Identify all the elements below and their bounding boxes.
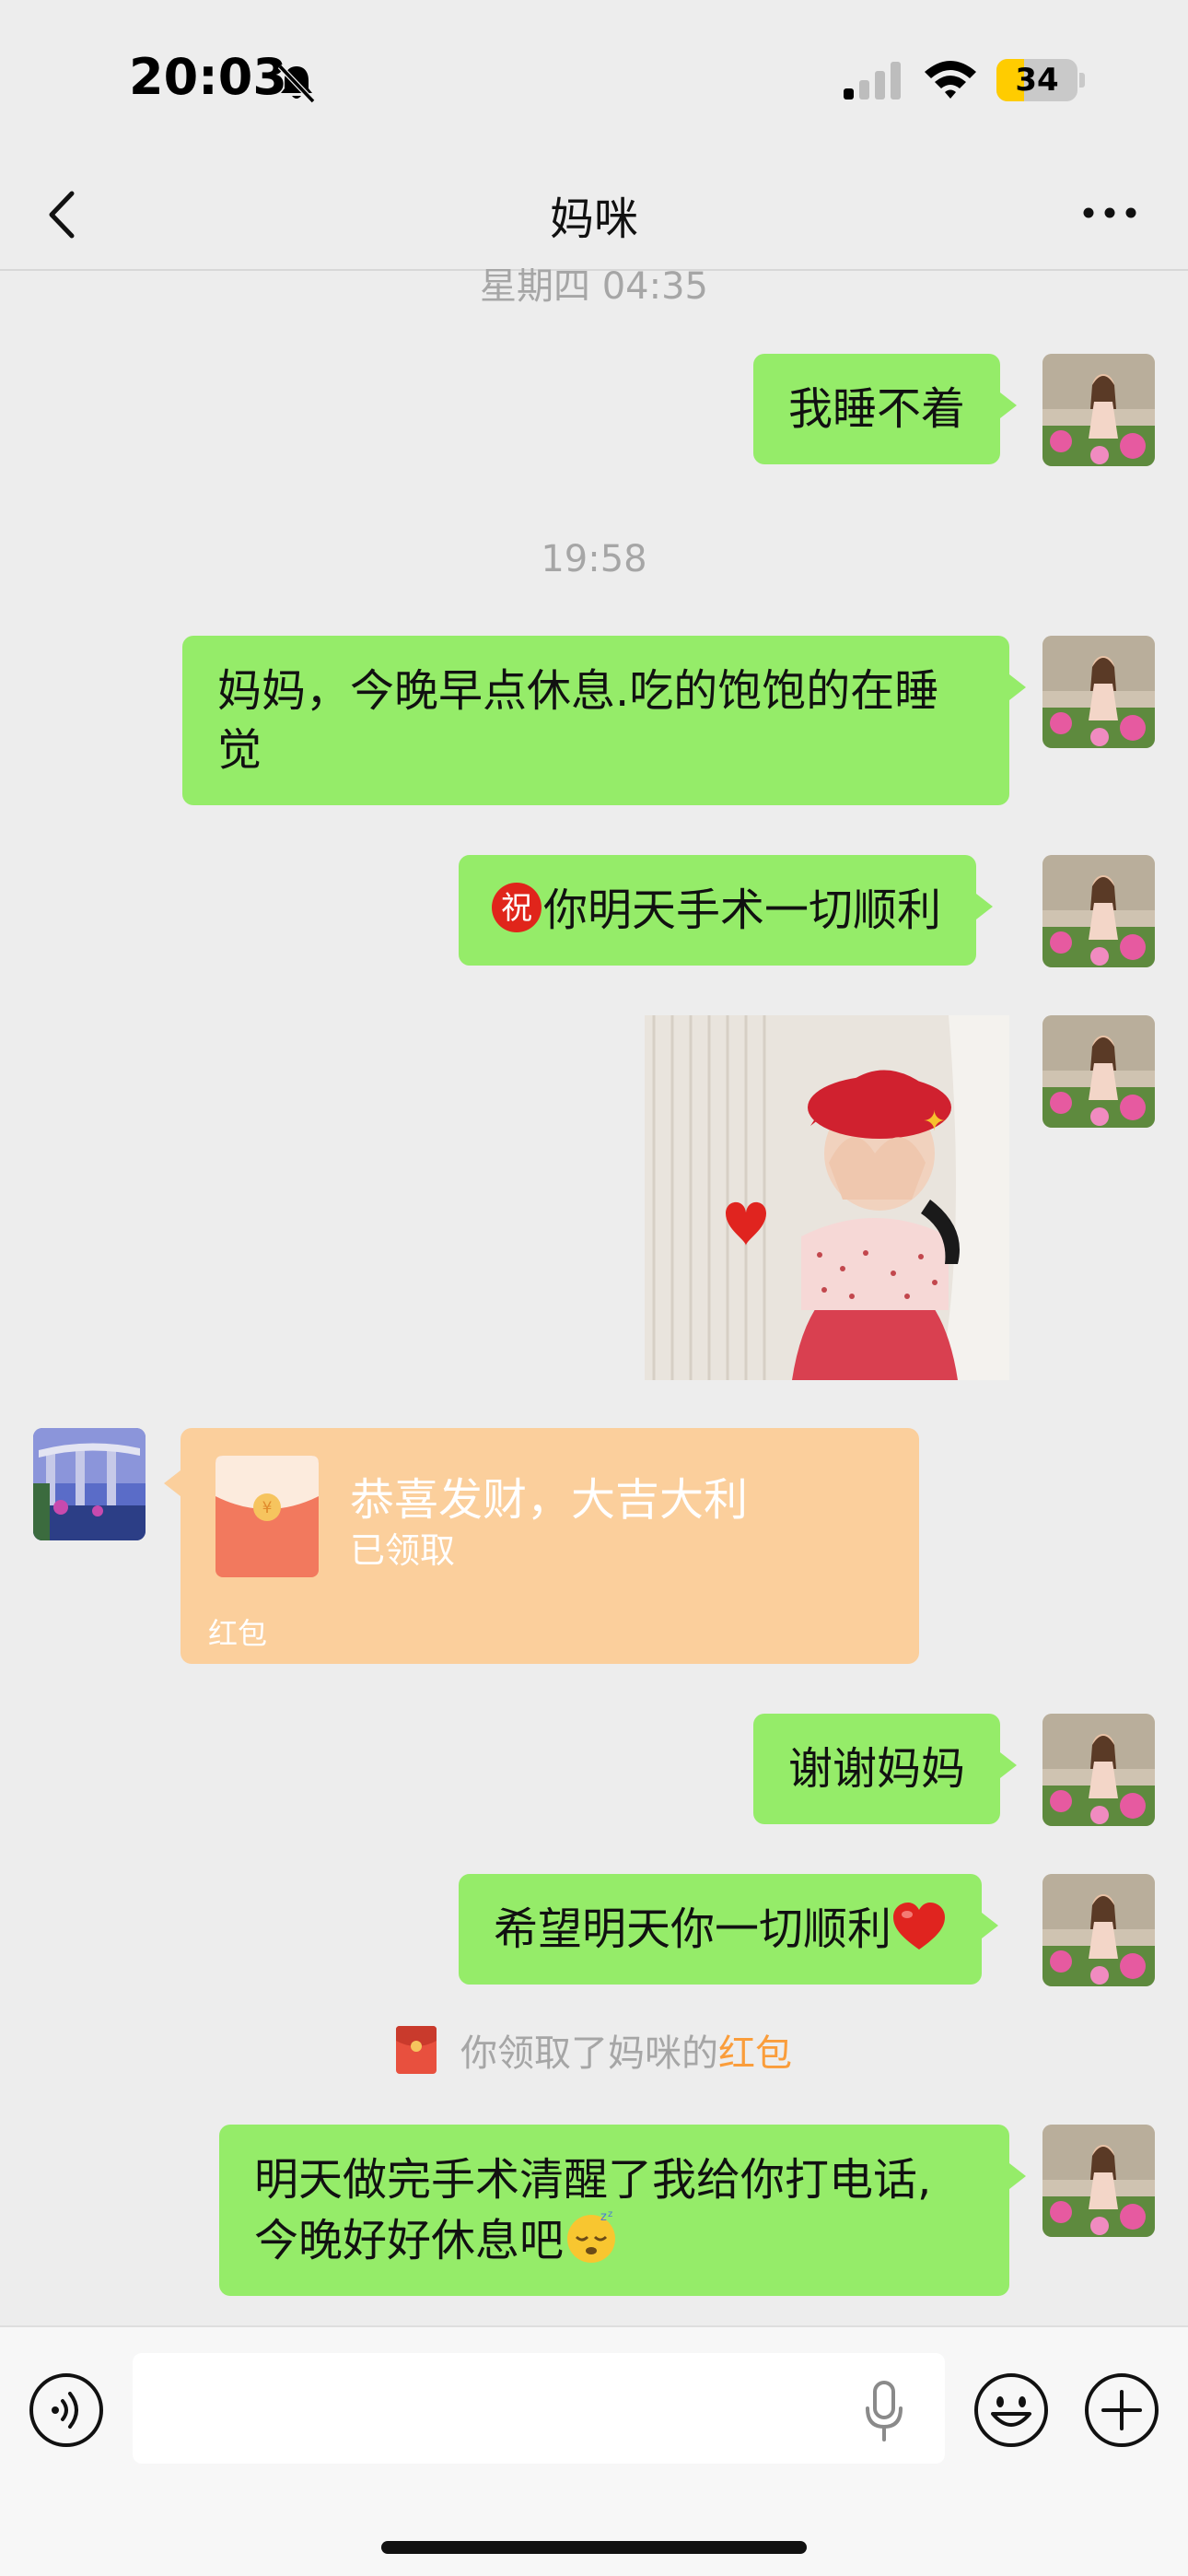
message-line: 觉: [217, 724, 262, 776]
svg-text:祝: 祝: [501, 890, 532, 927]
message-line: 今晚好好休息吧: [254, 2215, 565, 2266]
my-avatar[interactable]: [1042, 354, 1155, 466]
input-bar: [0, 2325, 1188, 2576]
avatar-image: [1042, 2125, 1155, 2237]
my-avatar[interactable]: [1042, 1714, 1155, 1826]
timestamp: 星期四 04:35: [480, 265, 708, 308]
bell-slash-icon: [277, 64, 316, 104]
message-bubble[interactable]: 明天做完手术清醒了我给你打电话, 今晚好好休息吧 z z: [219, 2125, 1026, 2296]
svg-text:z: z: [608, 2209, 612, 2219]
chat-title: 妈咪: [549, 193, 638, 245]
avatar-image: [1042, 636, 1155, 748]
message-text: 你明天手术一切顺利: [543, 884, 942, 936]
congratulation-icon: 祝: [492, 883, 542, 932]
photo-girl-image: ✦: [645, 1015, 1009, 1380]
home-indicator[interactable]: [381, 2541, 807, 2554]
sleeping-face-icon: z z: [567, 2209, 616, 2263]
avatar-image: [1042, 1714, 1155, 1826]
my-avatar[interactable]: [1042, 1874, 1155, 1986]
contact-avatar[interactable]: [33, 1428, 146, 1540]
system-notice-text: 你领取了妈咪的: [460, 2032, 718, 2075]
my-avatar[interactable]: [1042, 1015, 1155, 1128]
avatar-image: [1042, 1874, 1155, 1986]
message-bubble[interactable]: 谢谢妈妈: [753, 1714, 1018, 1824]
red-packet-status: 已领取: [350, 1530, 456, 1571]
svg-text:¥: ¥: [262, 1499, 273, 1517]
avatar-image: [33, 1428, 146, 1540]
emoji-icon[interactable]: [973, 2371, 1050, 2449]
message-bubble[interactable]: 我睡不着: [753, 354, 1018, 464]
message-input[interactable]: [133, 2353, 945, 2464]
svg-text:✦: ✦: [923, 1106, 946, 1138]
red-packet-label: 红包: [208, 1616, 268, 1651]
wifi-icon: [925, 61, 976, 99]
svg-text:z: z: [600, 2210, 607, 2224]
red-packet-message[interactable]: ¥ 恭喜发财，大吉大利 已领取 红包: [164, 1428, 919, 1664]
plus-icon[interactable]: [1083, 2371, 1160, 2449]
message-line: 妈妈，今晚早点休息.吃的饱饱的在睡: [217, 665, 939, 717]
photo-message[interactable]: ✦: [645, 1015, 1009, 1380]
my-avatar[interactable]: [1042, 855, 1155, 967]
avatar-image: [1042, 354, 1155, 466]
red-packet-icon: ¥: [215, 1456, 319, 1577]
cellular-signal-icon: [844, 62, 901, 100]
red-packet-title: 恭喜发财，大吉大利: [350, 1474, 749, 1526]
my-avatar[interactable]: [1042, 2125, 1155, 2237]
microphone-icon[interactable]: [860, 2379, 908, 2445]
more-button[interactable]: [1077, 190, 1142, 236]
nav-bar: 妈咪: [0, 157, 1188, 271]
voice-icon[interactable]: [28, 2371, 105, 2449]
red-packet-small-icon: [396, 2026, 437, 2074]
avatar-image: [1042, 1015, 1155, 1128]
battery-level-text: 34: [1015, 62, 1059, 99]
message-bubble[interactable]: 祝 你明天手术一切顺利: [459, 855, 994, 966]
red-heart-icon: [893, 1903, 946, 1950]
status-bar: 20:03 34: [0, 0, 1188, 157]
my-avatar[interactable]: [1042, 636, 1155, 748]
timestamp: 19:58: [541, 538, 647, 580]
battery-icon: 34: [996, 59, 1085, 101]
avatar-image: [1042, 855, 1155, 967]
message-line: 明天做完手术清醒了我给你打电话,: [254, 2154, 932, 2206]
message-bubble[interactable]: 妈妈，今晚早点休息.吃的饱饱的在睡 觉: [182, 636, 1026, 805]
message-text: 希望明天你一切顺利: [494, 1903, 892, 1955]
system-notice: 你领取了妈咪的 红包: [0, 2023, 1188, 2075]
status-time: 20:03: [129, 48, 287, 106]
message-bubble[interactable]: 希望明天你一切顺利: [459, 1874, 999, 1985]
red-packet-link[interactable]: 红包: [718, 2023, 792, 2077]
